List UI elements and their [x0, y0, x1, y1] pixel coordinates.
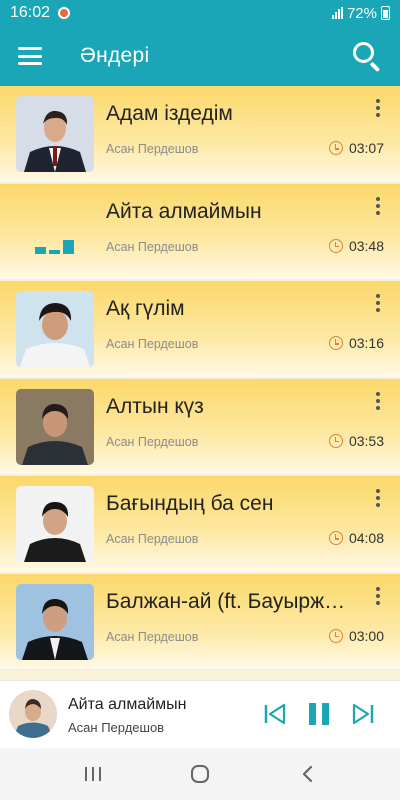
app-bar: Әндері: [0, 26, 400, 86]
equalizer-icon: [16, 194, 94, 270]
song-artist: Асан Пердешов: [106, 532, 199, 546]
song-duration: 03:16: [328, 335, 384, 351]
song-duration: 03:00: [328, 627, 384, 644]
duration-text: 03:07: [348, 140, 384, 156]
pause-icon[interactable]: [306, 701, 332, 732]
home-icon[interactable]: [180, 754, 220, 794]
song-artist: Асан Пердешов: [106, 142, 199, 156]
song-row[interactable]: Адам іздедім Асан Пердешов 03:07: [0, 86, 400, 184]
clock-icon: [328, 336, 343, 350]
recent-apps-icon[interactable]: [73, 754, 113, 794]
album-art: [16, 291, 94, 367]
song-row[interactable]: Балжан-ай (ft. Бауыржан Ахметов) Асан Пе…: [0, 573, 400, 671]
duration-text: 03:16: [348, 335, 384, 351]
more-options-icon[interactable]: [374, 99, 382, 117]
song-title: Балжан-ай (ft. Бауыржан Ахметов): [106, 589, 354, 613]
clock-icon: [328, 531, 343, 545]
album-art: [16, 486, 94, 562]
song-row[interactable]: Айта алмаймын Асан Пердешов 03:48: [0, 183, 400, 281]
song-row[interactable]: Алтын күз Асан Пердешов 03:53: [0, 378, 400, 476]
song-title: Бағындың ба сен: [106, 492, 274, 515]
status-right: 72%: [331, 4, 390, 22]
song-artist: Асан Пердешов: [106, 629, 199, 644]
previous-track-icon[interactable]: [262, 701, 288, 732]
song-duration: 03:53: [328, 432, 384, 449]
duration-text: 03:48: [348, 237, 384, 254]
more-options-icon[interactable]: [374, 489, 382, 507]
song-artist: Асан Пердешов: [106, 337, 199, 351]
back-icon[interactable]: [287, 754, 327, 794]
clock-icon: [328, 628, 343, 643]
battery-percent: 72%: [346, 4, 377, 22]
song-duration: 04:08: [328, 530, 384, 546]
song-title: Алтын күз: [106, 394, 204, 418]
system-nav-bar: [0, 748, 400, 800]
song-artist: Асан Пердешов: [106, 434, 199, 449]
status-time: 16:02: [10, 4, 51, 21]
song-duration: 03:48: [328, 237, 384, 254]
menu-icon[interactable]: [18, 47, 42, 65]
page-title: Әндері: [80, 44, 150, 67]
notification-icon: [58, 7, 71, 19]
clock-icon: [328, 141, 343, 155]
song-list[interactable]: Адам іздедім Асан Пердешов 03:07 Айта ал…: [0, 86, 400, 680]
clock-icon: [328, 433, 343, 448]
song-title: Айта алмаймын: [106, 199, 262, 223]
song-row[interactable]: Ақ гүлім Асан Пердешов 03:16: [0, 281, 400, 379]
album-art: [16, 96, 94, 172]
more-options-icon[interactable]: [374, 391, 382, 410]
song-title: Адам іздедім: [106, 102, 233, 125]
duration-text: 03:53: [348, 432, 384, 449]
status-bar: 16:02 72%: [0, 0, 400, 26]
album-art: [16, 583, 94, 660]
signal-icon: [331, 7, 343, 19]
song-artist: Асан Пердешов: [106, 239, 199, 254]
now-playing-title: Айта алмаймын: [68, 696, 187, 713]
search-icon[interactable]: [352, 41, 382, 73]
clock-icon: [328, 238, 343, 253]
battery-icon: [381, 6, 390, 20]
song-duration: 03:07: [328, 140, 384, 156]
duration-text: 04:08: [348, 530, 384, 546]
now-playing-art: [9, 690, 57, 738]
more-options-icon[interactable]: [374, 196, 382, 215]
next-track-icon[interactable]: [350, 701, 376, 732]
more-options-icon[interactable]: [374, 586, 382, 605]
now-playing-bar[interactable]: Айта алмаймын Асан Пердешов: [0, 680, 400, 748]
now-playing-artist: Асан Пердешов: [68, 720, 165, 735]
album-art: [16, 388, 94, 465]
song-row[interactable]: Бағындың ба сен Асан Пердешов 04:08: [0, 476, 400, 574]
more-options-icon[interactable]: [374, 294, 382, 312]
duration-text: 03:00: [348, 627, 384, 644]
song-title: Ақ гүлім: [106, 297, 185, 320]
